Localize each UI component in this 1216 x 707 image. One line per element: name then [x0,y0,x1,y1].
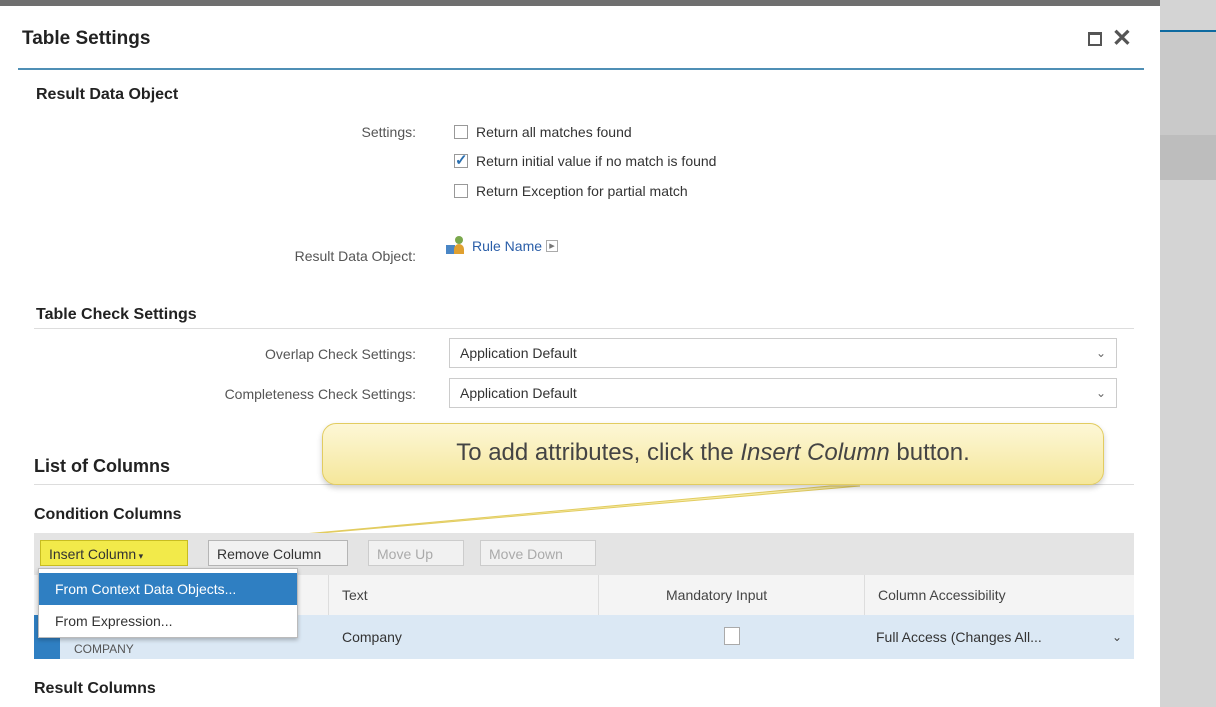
result-data-object-link[interactable]: Rule Name ▸ [446,236,559,256]
chevron-down-icon[interactable]: ⌄ [1112,615,1122,659]
row-text: Company [342,629,402,645]
checkbox-label: Return initial value if no match is foun… [476,153,717,169]
dialog-titlebar: Table Settings ✕ [18,26,1144,70]
callout-text-emphasis: Insert Column [740,439,890,466]
callout-text-before: To add attributes, click the [456,439,741,466]
move-down-button[interactable]: Move Down [480,540,596,566]
checkbox-label: Return all matches found [476,124,632,140]
chevron-down-icon[interactable]: ⌄ [1096,379,1106,407]
menu-item-from-context[interactable]: From Context Data Objects... [39,573,297,605]
result-data-object-label: Result Data Object: [294,248,416,264]
mandatory-checkbox[interactable] [724,627,740,645]
section-title-table-check: Table Check Settings [36,306,197,323]
row-accessibility[interactable]: Full Access (Changes All... [876,615,1042,659]
insert-column-menu: From Context Data Objects... From Expres… [38,568,298,638]
completeness-check-label: Completeness Check Settings: [224,386,416,402]
background-panel [1160,0,1216,707]
checkbox-box[interactable] [454,184,468,198]
edit-icon[interactable]: ▸ [546,240,559,252]
insert-column-label: Insert Column [49,546,137,562]
tutorial-callout: To add attributes, click the Insert Colu… [322,423,1104,485]
menu-item-from-expression[interactable]: From Expression... [39,605,297,637]
remove-column-button[interactable]: Remove Column [208,540,348,566]
checkbox-box-checked[interactable] [454,151,468,169]
section-title-list-of-columns: List of Columns [34,456,170,476]
header-mandatory-input[interactable]: Mandatory Input [666,575,767,615]
move-up-button[interactable]: Move Up [368,540,464,566]
chevron-down-icon[interactable]: ⌄ [1096,339,1106,367]
section-title-result-data-object: Result Data Object [36,86,179,103]
callout-text-after: button. [889,439,970,466]
insert-column-button[interactable]: Insert Column ▾ [40,540,188,566]
settings-label: Settings: [361,124,416,140]
section-title-condition-columns: Condition Columns [34,506,182,523]
checkbox-return-all-matches[interactable]: Return all matches found [454,124,632,140]
close-icon[interactable]: ✕ [1112,27,1132,51]
overlap-check-value: Application Default [460,345,577,361]
checkbox-return-exception[interactable]: Return Exception for partial match [454,183,688,199]
dialog-title: Table Settings [22,28,151,49]
result-data-object-value[interactable]: Rule Name [472,238,542,254]
maximize-icon[interactable] [1087,32,1102,46]
checkbox-box[interactable] [454,125,468,139]
overlap-check-label: Overlap Check Settings: [265,346,416,362]
header-text[interactable]: Text [342,575,368,615]
data-object-icon [446,236,468,256]
header-column-accessibility[interactable]: Column Accessibility [878,575,1006,615]
chevron-down-icon: ▾ [136,551,144,561]
checkbox-return-initial-value[interactable]: Return initial value if no match is foun… [454,151,717,169]
divider [34,328,1134,329]
checkbox-label: Return Exception for partial match [476,183,688,199]
completeness-check-select[interactable]: Application Default ⌄ [449,378,1117,408]
section-title-result-columns: Result Columns [34,680,156,697]
completeness-check-value: Application Default [460,385,577,401]
overlap-check-select[interactable]: Application Default ⌄ [449,338,1117,368]
row-name: COMPANY [74,642,134,656]
